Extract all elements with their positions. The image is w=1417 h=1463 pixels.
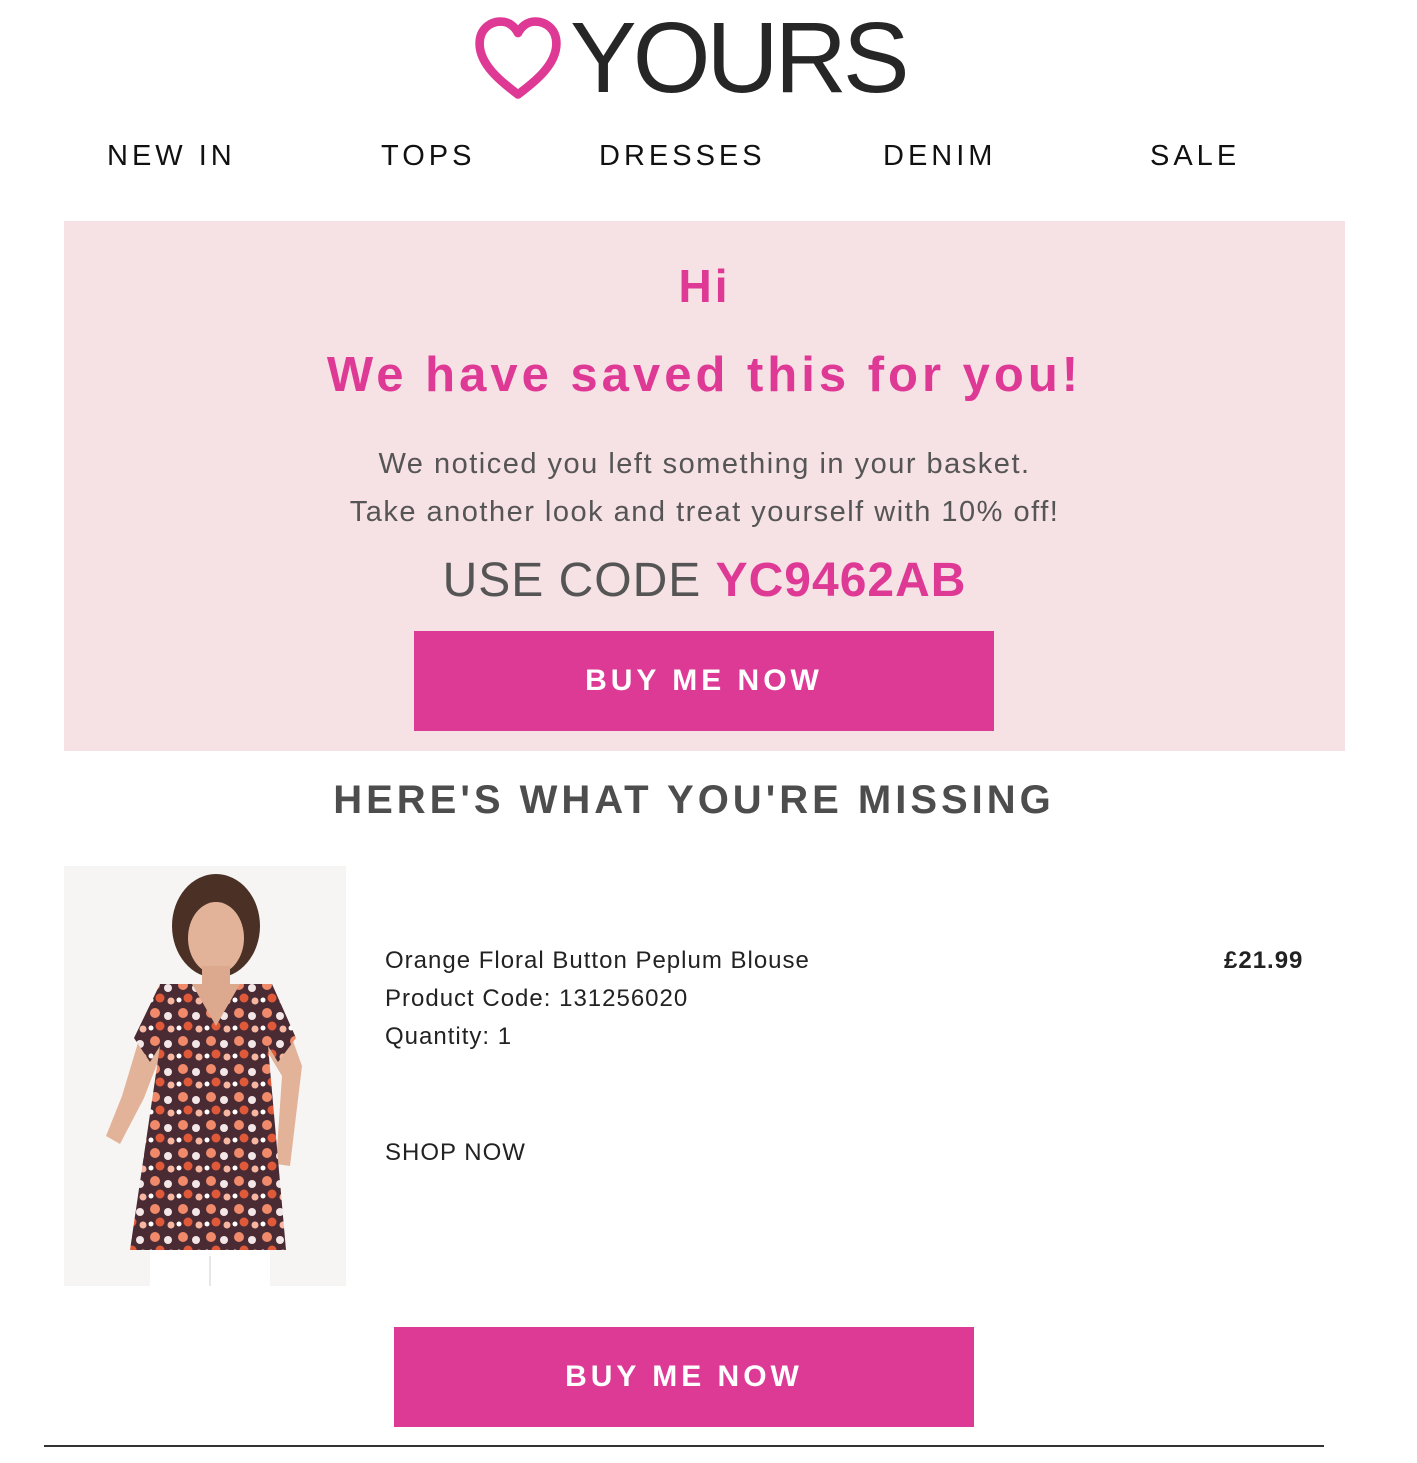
- product-price: £21.99: [1224, 947, 1304, 974]
- product-name[interactable]: Orange Floral Button Peplum Blouse: [385, 947, 810, 975]
- product-photo-illustration: [64, 866, 346, 1286]
- heart-outline-icon: [475, 17, 561, 99]
- main-nav: NEW IN TOPS DRESSES DENIM SALE: [0, 140, 1417, 180]
- nav-item-tops[interactable]: TOPS: [381, 140, 475, 173]
- nav-item-dresses[interactable]: DRESSES: [599, 140, 766, 173]
- section-heading: HERE'S WHAT YOU'RE MISSING: [333, 778, 1055, 822]
- nav-item-denim[interactable]: DENIM: [883, 140, 996, 173]
- discount-code-prefix: USE CODE: [442, 554, 702, 607]
- hero-title: We have saved this for you!: [326, 348, 1083, 402]
- discount-code-line: USE CODE YC9462AB: [64, 553, 1345, 608]
- product-code: Product Code: 131256020: [385, 985, 689, 1012]
- product-quantity: Quantity: 1: [385, 1023, 513, 1050]
- divider: [44, 1445, 1324, 1447]
- nav-item-sale[interactable]: SALE: [1150, 140, 1240, 173]
- hero-message-line-2: Take another look and treat yourself wit…: [349, 496, 1060, 528]
- buy-me-now-button[interactable]: BUY ME NOW: [414, 631, 994, 731]
- brand-logo[interactable]: YOURS: [470, 6, 910, 110]
- shop-now-link[interactable]: SHOP NOW: [385, 1139, 526, 1167]
- buy-me-now-button-bottom[interactable]: BUY ME NOW: [394, 1327, 974, 1427]
- brand-name: YOURS: [570, 2, 910, 114]
- discount-code: YC9462AB: [715, 554, 967, 607]
- hero-banner: Hi We have saved this for you! We notice…: [64, 221, 1345, 751]
- product-image[interactable]: [64, 866, 346, 1286]
- nav-item-new-in[interactable]: NEW IN: [107, 140, 236, 173]
- hero-message-line-1: We noticed you left something in your ba…: [378, 448, 1031, 480]
- hero-greeting: Hi: [678, 260, 731, 312]
